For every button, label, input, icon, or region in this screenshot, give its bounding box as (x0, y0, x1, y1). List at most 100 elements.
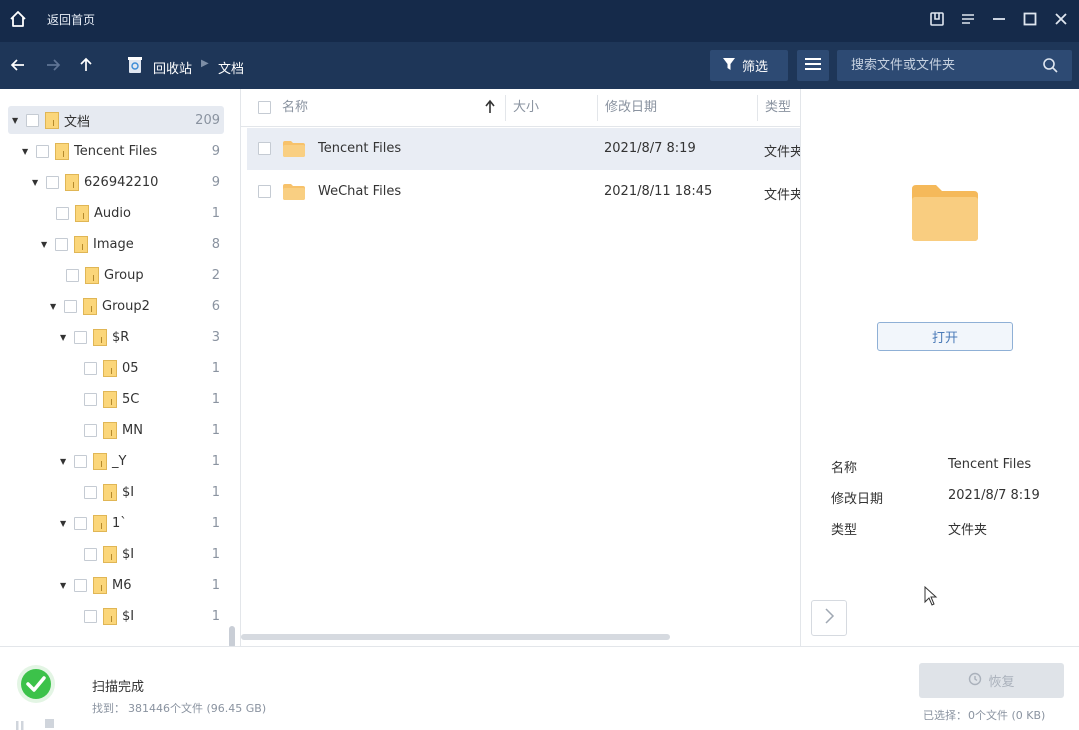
tree-checkbox[interactable] (64, 299, 77, 313)
select-all-checkbox[interactable] (258, 101, 271, 114)
folder-icon (103, 421, 117, 439)
stop-icon[interactable] (45, 719, 54, 728)
tree-item-count: 1 (211, 205, 220, 221)
folder-tree: ▼ 文档 209 ▼ Tencent Files 9 ▼ 626942210 9… (0, 89, 241, 646)
tree-item[interactable]: $I 1 (70, 478, 224, 506)
tree-item[interactable]: Group 2 (52, 261, 224, 289)
tree-item-label: Group2 (102, 298, 150, 314)
file-row[interactable]: Tencent Files 2021/8/7 8:19 文件夹 (247, 128, 800, 170)
selected-label: 已选择： (923, 709, 967, 722)
tree-item[interactable]: $I 1 (70, 540, 224, 568)
expand-caret-icon[interactable]: ▼ (32, 178, 42, 187)
tree-item-label: 文档 (64, 114, 91, 130)
tree-item-count: 1 (211, 515, 220, 531)
row-checkbox[interactable] (258, 142, 271, 155)
home-icon[interactable] (8, 9, 28, 29)
tree-checkbox[interactable] (46, 175, 59, 189)
folder-icon (75, 204, 89, 222)
tree-checkbox[interactable] (84, 423, 97, 437)
tree-checkbox[interactable] (84, 392, 97, 406)
breadcrumb-current[interactable]: 文档 (218, 58, 244, 77)
tree-checkbox[interactable] (66, 268, 79, 282)
expand-caret-icon[interactable]: ▼ (12, 116, 22, 125)
tree-item[interactable]: ▼ _Y 1 (60, 447, 224, 475)
expand-caret-icon[interactable]: ▼ (60, 519, 70, 528)
pause-icon[interactable] (15, 719, 25, 730)
tree-item-count: 3 (211, 329, 220, 345)
open-button[interactable]: 打开 (877, 322, 1013, 351)
nav-bar: 回收站 ▶ 文档 筛选 (0, 42, 1079, 89)
tree-item[interactable]: ▼ Group2 6 (50, 292, 224, 320)
tree-item[interactable]: ▼ 文档 209 (8, 106, 224, 134)
maximize-icon[interactable] (1020, 9, 1040, 29)
collapse-preview-button[interactable] (811, 600, 847, 636)
up-arrow-icon[interactable] (76, 55, 96, 75)
back-arrow-icon[interactable] (8, 55, 28, 75)
recover-button[interactable]: 恢复 (919, 663, 1064, 698)
folder-icon (93, 514, 107, 532)
history-icon (968, 672, 982, 690)
search-icon[interactable] (1042, 57, 1058, 73)
tree-item[interactable]: Audio 1 (42, 199, 224, 227)
tree-item-count: 2 (211, 267, 220, 283)
menu-lines-icon[interactable] (958, 9, 978, 29)
tree-item[interactable]: $I 1 (70, 602, 224, 630)
tree-item[interactable]: ▼ M6 1 (60, 571, 224, 599)
row-checkbox[interactable] (258, 185, 271, 198)
tree-item[interactable]: ▼ 626942210 9 (32, 168, 224, 196)
feedback-icon[interactable] (927, 9, 947, 29)
column-header-type[interactable]: 类型 (765, 89, 791, 127)
expand-caret-icon[interactable]: ▼ (60, 581, 70, 590)
tree-item[interactable]: ▼ Image 8 (41, 230, 224, 258)
tree-item[interactable]: ▼ 1` 1 (60, 509, 224, 537)
expand-caret-icon[interactable]: ▼ (22, 147, 32, 156)
column-header-name[interactable]: 名称 (282, 89, 308, 127)
tree-checkbox[interactable] (36, 144, 49, 158)
tree-checkbox[interactable] (84, 361, 97, 375)
tree-checkbox[interactable] (56, 206, 69, 220)
tree-checkbox[interactable] (84, 609, 97, 623)
folder-icon (103, 607, 117, 625)
expand-caret-icon[interactable]: ▼ (50, 302, 60, 311)
column-header-modified[interactable]: 修改日期 (605, 89, 657, 127)
tree-item-label: MN (122, 422, 143, 438)
scan-status-text: 扫描完成 (92, 680, 145, 695)
column-header-size[interactable]: 大小 (513, 89, 539, 127)
expand-caret-icon[interactable]: ▼ (60, 333, 70, 342)
tree-checkbox[interactable] (74, 578, 87, 592)
sort-ascending-icon[interactable] (484, 99, 496, 115)
tree-checkbox[interactable] (84, 547, 97, 561)
search-input[interactable] (837, 50, 1037, 81)
tree-checkbox[interactable] (74, 330, 87, 344)
close-icon[interactable] (1051, 9, 1071, 29)
list-horizontal-scrollbar[interactable] (241, 634, 670, 640)
minimize-icon[interactable] (989, 9, 1009, 29)
breadcrumb-root[interactable]: 回收站 (153, 58, 192, 77)
title-bar: 返回首页 (0, 0, 1079, 42)
recycle-bin-icon (127, 56, 143, 74)
tree-scrollbar[interactable] (229, 626, 235, 646)
filter-label: 筛选 (742, 60, 769, 75)
tree-checkbox[interactable] (74, 454, 87, 468)
folder-icon (55, 142, 69, 160)
info-date-value: 2021/8/7 8:19 (948, 488, 1040, 503)
expand-caret-icon[interactable]: ▼ (60, 457, 70, 466)
tree-checkbox[interactable] (84, 485, 97, 499)
tree-checkbox[interactable] (26, 113, 39, 127)
tree-item-count: 1 (211, 453, 220, 469)
tree-item[interactable]: ▼ Tencent Files 9 (22, 137, 224, 165)
tree-item[interactable]: 5C 1 (70, 385, 224, 413)
tree-item[interactable]: 05 1 (70, 354, 224, 382)
mouse-cursor-icon (924, 585, 938, 606)
view-menu-button[interactable] (797, 50, 829, 81)
tree-item[interactable]: ▼ $R 3 (60, 323, 224, 351)
forward-arrow-icon[interactable] (43, 55, 63, 75)
file-row[interactable]: WeChat Files 2021/8/11 18:45 文件夹 (247, 171, 800, 213)
back-home-link[interactable]: 返回首页 (47, 11, 95, 28)
tree-item[interactable]: MN 1 (70, 416, 224, 444)
filter-button[interactable]: 筛选 (710, 50, 788, 81)
tree-checkbox[interactable] (74, 516, 87, 530)
expand-caret-icon[interactable]: ▼ (41, 240, 51, 249)
tree-item-label: M6 (112, 577, 132, 593)
tree-checkbox[interactable] (55, 237, 68, 251)
